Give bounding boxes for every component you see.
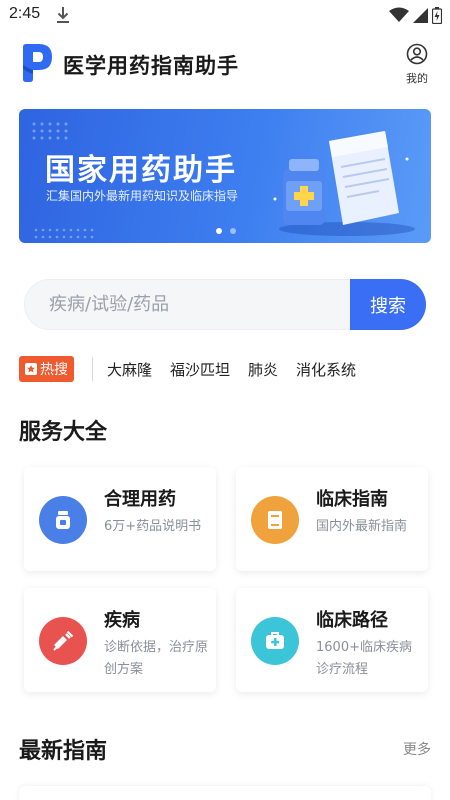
star-icon: [25, 363, 37, 375]
hot-search-tag[interactable]: 消化系统: [296, 359, 356, 380]
hot-search-tag[interactable]: 肺炎: [248, 359, 278, 380]
battery-icon: [432, 6, 442, 24]
wifi-icon: [389, 7, 409, 22]
banner-title: 国家用药助手: [45, 153, 237, 188]
hot-search-tag[interactable]: 福沙匹坦: [170, 359, 230, 380]
search-input[interactable]: [49, 280, 349, 329]
service-card-clinical-guidelines[interactable]: 临床指南 国内外最新指南: [236, 467, 428, 571]
search-bar: 搜索: [24, 279, 426, 330]
medical-kit-icon: [251, 617, 299, 665]
service-card-rational-drug-use[interactable]: 合理用药 6万+药品说明书: [24, 467, 216, 571]
profile-button[interactable]: 我的: [402, 43, 432, 86]
status-icons: [389, 6, 442, 24]
card-description: 1600+临床疾病诊疗流程: [316, 640, 412, 677]
prescription-illustration-icon: [273, 131, 415, 236]
search-button[interactable]: 搜索: [350, 279, 426, 330]
card-title: 疾病: [104, 610, 140, 631]
app-logo-icon: [23, 44, 52, 82]
card-title: 临床路径: [316, 610, 388, 631]
hot-search-tag[interactable]: 大麻隆: [107, 359, 152, 380]
app-header: 医学用药指南助手 我的: [0, 40, 450, 90]
hot-search-label: 热搜: [40, 362, 68, 378]
card-description: 国内外最新指南: [316, 519, 408, 534]
divider: [92, 357, 93, 381]
banner-carousel[interactable]: 国家用药助手 汇集国内外最新用药知识及临床指导: [19, 109, 431, 243]
guideline-card[interactable]: [19, 786, 431, 800]
profile-label: 我的: [406, 72, 428, 85]
banner-subtitle: 汇集国内外最新用药知识及临床指导: [46, 189, 239, 203]
syringe-icon: [39, 617, 87, 665]
latest-guidelines-title: 最新指南: [19, 739, 108, 764]
carousel-indicator: [216, 228, 236, 234]
service-card-clinical-pathway[interactable]: 临床路径 1600+临床疾病诊疗流程: [236, 588, 428, 692]
card-description: 6万+药品说明书: [104, 519, 202, 534]
download-icon: [57, 7, 69, 23]
carousel-dot[interactable]: [230, 228, 236, 234]
dot-pattern-decoration: [32, 122, 68, 140]
card-description: 诊断依据，治疗原创方案: [104, 640, 209, 677]
medicine-bottle-icon: [39, 496, 87, 544]
carousel-dot-active[interactable]: [216, 228, 222, 234]
signal-icon: [413, 7, 428, 23]
services-section-title: 服务大全: [19, 420, 108, 445]
card-title: 合理用药: [104, 489, 176, 510]
status-bar: 2:45: [0, 0, 450, 32]
card-title: 临床指南: [316, 489, 388, 510]
service-card-disease[interactable]: 疾病 诊断依据，治疗原创方案: [24, 588, 216, 692]
user-icon: [406, 43, 428, 65]
hot-search-badge: 热搜: [19, 356, 74, 382]
hot-search-row: 热搜 大麻隆 福沙匹坦 肺炎 消化系统: [19, 355, 439, 383]
book-icon: [251, 496, 299, 544]
app-title: 医学用药指南助手: [63, 54, 239, 78]
more-link[interactable]: 更多: [403, 739, 431, 759]
dot-pattern-decoration: [34, 228, 94, 239]
status-time: 2:45: [9, 5, 41, 22]
